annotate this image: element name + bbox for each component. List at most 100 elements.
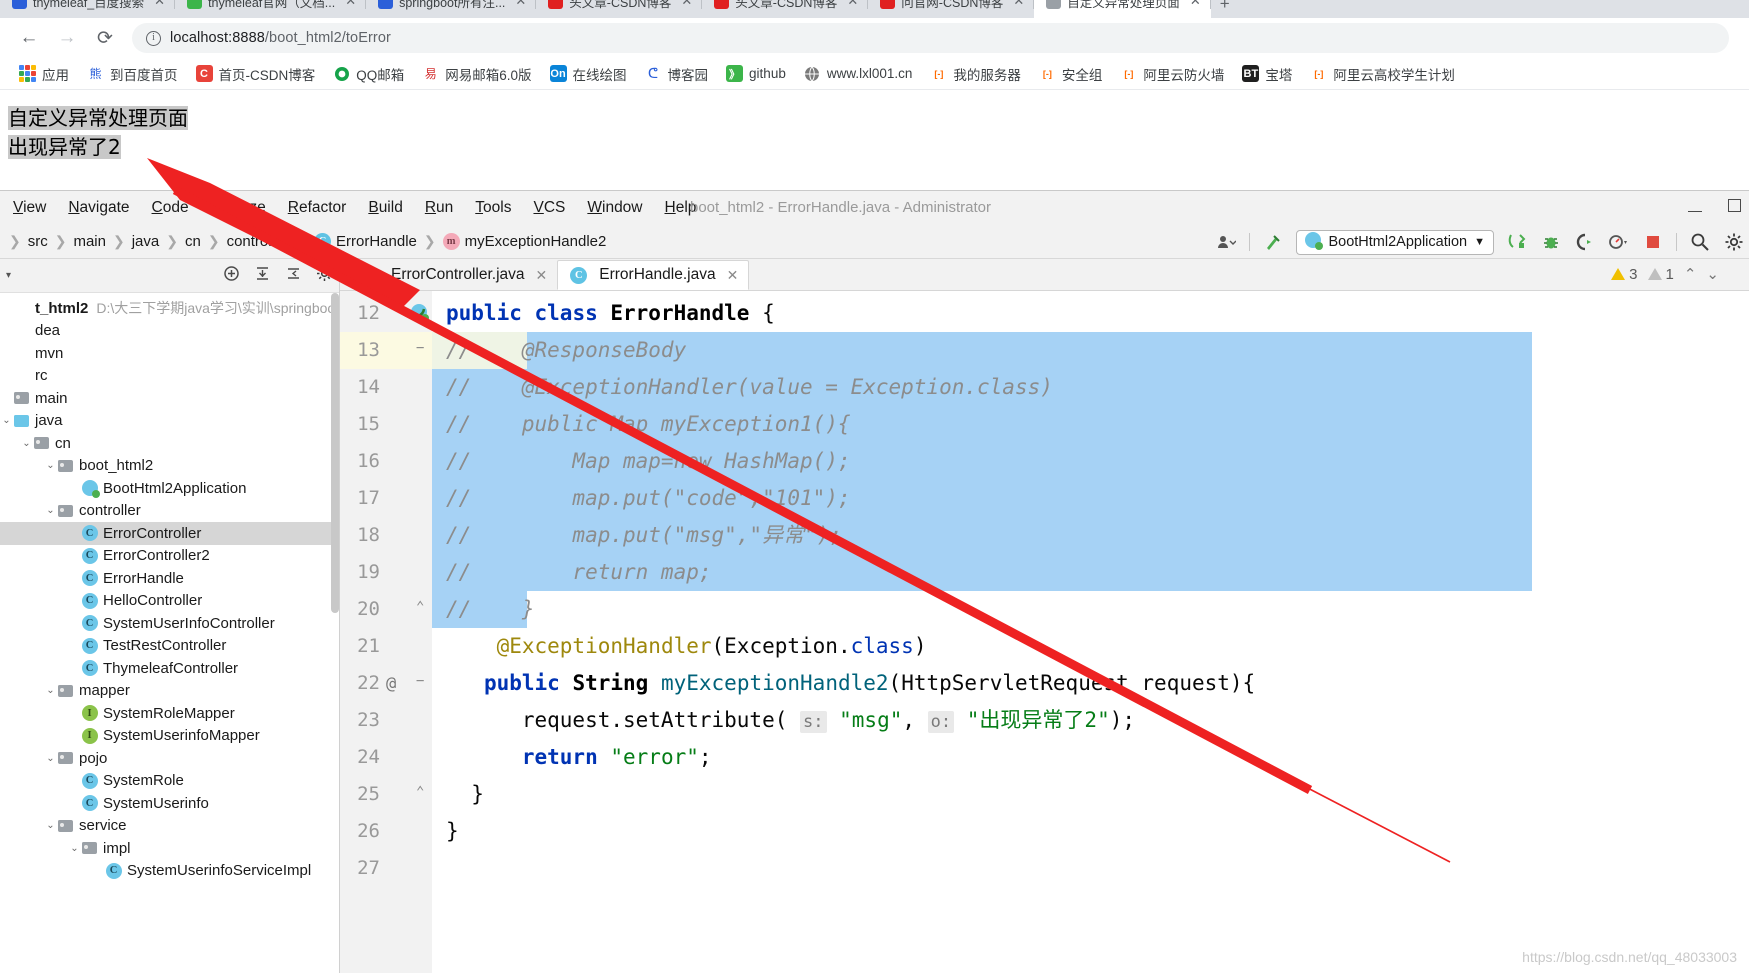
project-tree-item[interactable]: ⌄ pojo — [0, 747, 339, 770]
tab-close-icon[interactable]: ✕ — [847, 0, 858, 9]
chevron-down-icon[interactable]: ⌄ — [68, 843, 81, 854]
browser-tab[interactable]: springboot所有注... ✕ — [366, 0, 537, 18]
menu-item-build[interactable]: Build — [357, 196, 413, 220]
forward-button[interactable]: → — [50, 21, 84, 55]
code-editor[interactable]: 12 13 14 15 16 17 18 19 20 21 22 @23 24 25 26 27 − ⌃ − ⌃ pu… — [340, 291, 1749, 973]
project-tree-item[interactable]: C HelloController — [0, 590, 339, 613]
project-tree-item[interactable]: mvn — [0, 342, 339, 365]
run-icon[interactable] — [1506, 231, 1528, 253]
project-tree-item[interactable]: C ThymeleafController — [0, 657, 339, 680]
chevron-down-icon[interactable]: ⌄ — [44, 460, 57, 471]
project-tree-item[interactable]: C SystemUserInfoController — [0, 612, 339, 635]
browser-tab[interactable]: 自定义异常处理页面 ✕ — [1034, 0, 1211, 18]
maximize-icon[interactable] — [1728, 199, 1741, 217]
chevron-down-icon[interactable]: ⌄ — [20, 438, 33, 449]
menu-item-window[interactable]: Window — [576, 196, 653, 220]
bookmark-item[interactable]: ᕦ 博客园 — [636, 61, 718, 87]
project-tree-item[interactable]: I SystemUserinfoMapper — [0, 725, 339, 748]
breadcrumb-item[interactable]: controller — [227, 233, 289, 250]
chevron-down-icon[interactable]: ▾ — [6, 270, 11, 281]
code-content[interactable]: public class ErrorHandle {// @ResponseBo… — [432, 291, 1749, 973]
project-tree-item[interactable]: rc — [0, 365, 339, 388]
breadcrumb-item[interactable]: java — [132, 233, 160, 250]
code-fold-toggle-icon[interactable]: ⌃ — [416, 784, 424, 800]
project-tree-item[interactable]: C TestRestController — [0, 635, 339, 658]
project-tree-item[interactable]: ⌄ boot_html2 — [0, 455, 339, 478]
site-info-icon[interactable]: i — [146, 30, 161, 46]
tab-close-icon[interactable]: ✕ — [515, 0, 526, 9]
browser-tab[interactable]: 头文章-CSDN博客 ✕ — [702, 0, 869, 18]
menu-item-code[interactable]: Code — [141, 196, 200, 220]
annotation-gutter-marker[interactable]: @ — [386, 674, 396, 694]
bookmark-item[interactable]: 熊到百度首页 — [78, 61, 187, 87]
close-icon[interactable]: ✕ — [727, 267, 739, 284]
chevron-down-icon[interactable]: ▼ — [1474, 236, 1485, 248]
tab-close-icon[interactable]: ✕ — [154, 0, 165, 9]
back-button[interactable]: ← — [12, 21, 46, 55]
debug-icon[interactable] — [1540, 231, 1562, 253]
new-tab-button[interactable]: + — [1211, 0, 1239, 18]
spring-bean-gutter-icon[interactable] — [410, 303, 430, 328]
bookmark-item[interactable]: QQ邮箱 — [324, 61, 413, 87]
project-tree-item[interactable]: C SystemUserinfo — [0, 792, 339, 815]
project-tree-item[interactable]: I SystemRoleMapper — [0, 702, 339, 725]
browser-tab[interactable]: 问官网-CSDN博客 ✕ — [868, 0, 1035, 18]
reload-button[interactable]: ⟳ — [88, 21, 122, 55]
run-configuration-selector[interactable]: BootHtml2Application ▼ — [1296, 229, 1494, 255]
stop-icon[interactable] — [1642, 231, 1664, 253]
bookmark-item[interactable]: [-] 阿里云防火墙 — [1111, 61, 1233, 87]
bookmark-item[interactable]: 应用 — [10, 61, 78, 87]
user-icon[interactable] — [1215, 231, 1237, 253]
tab-close-icon[interactable]: ✕ — [1013, 0, 1024, 9]
project-tree-item[interactable]: C ErrorController2 — [0, 545, 339, 568]
editor-scrollbar[interactable] — [1735, 291, 1749, 973]
editor-tab[interactable]: C ErrorHandle.java ✕ — [557, 260, 750, 290]
menu-item-tools[interactable]: Tools — [464, 196, 522, 220]
bookmark-item[interactable]: On 在线绘图 — [541, 61, 636, 87]
bookmark-item[interactable]: [-] 安全组 — [1030, 61, 1112, 87]
menu-item-run[interactable]: Run — [414, 196, 464, 220]
code-fold-toggle-icon[interactable]: − — [416, 673, 424, 689]
chevron-down-icon[interactable]: ⌄ — [0, 415, 13, 426]
project-settings-gear-icon[interactable] — [316, 265, 333, 287]
chevron-down-icon[interactable]: ⌄ — [44, 505, 57, 516]
breadcrumb-item[interactable]: cn — [185, 233, 201, 250]
code-fold-toggle-icon[interactable]: ⌃ — [416, 599, 424, 615]
project-tree-item[interactable]: ⌄ java — [0, 410, 339, 433]
project-view-selector[interactable]: ▾ — [6, 270, 11, 281]
run-with-coverage-icon[interactable] — [1574, 231, 1596, 253]
search-everywhere-icon[interactable] — [1689, 231, 1711, 253]
chevron-down-icon[interactable]: ⌄ — [44, 820, 57, 831]
inspection-status[interactable]: 3 1 ⌃ ⌄ — [1611, 265, 1719, 283]
bookmark-item[interactable]: 》 github — [717, 62, 795, 85]
project-tree-item[interactable]: ⌄ controller — [0, 500, 339, 523]
project-tree-item[interactable]: ⌄ service — [0, 815, 339, 838]
bookmark-item[interactable]: C 首页-CSDN博客 — [187, 61, 325, 87]
project-tree-item[interactable]: C ErrorHandle — [0, 567, 339, 590]
editor-gutter[interactable]: 12 13 14 15 16 17 18 19 20 21 22 @23 24 25 26 27 − ⌃ − ⌃ — [340, 291, 432, 973]
hammer-build-icon[interactable] — [1262, 231, 1284, 253]
browser-tab[interactable]: thymeleaf官网（文档... ✕ — [175, 0, 367, 18]
browser-tab[interactable]: thymeleaf_百度搜索 ✕ — [0, 0, 176, 18]
project-tree-scrollbar[interactable] — [331, 293, 339, 613]
menu-item-vcs[interactable]: VCS — [522, 196, 576, 220]
menu-item-view[interactable]: View — [2, 196, 57, 220]
project-tree-item[interactable]: BootHtml2Application — [0, 477, 339, 500]
project-tree-item[interactable]: dea — [0, 320, 339, 343]
chevron-down-icon[interactable]: ⌄ — [44, 685, 57, 696]
bookmark-item[interactable]: 易网易邮箱6.0版 — [413, 61, 540, 87]
chevron-down-icon[interactable]: ⌄ — [1706, 265, 1719, 283]
bookmark-item[interactable]: www.lxl001.cn — [795, 62, 922, 85]
breadcrumb-item[interactable]: C ErrorHandle — [314, 233, 417, 250]
minimize-icon[interactable] — [1688, 199, 1702, 217]
menu-item-refactor[interactable]: Refactor — [277, 196, 358, 220]
project-tree-item-selected[interactable]: C ErrorController — [0, 522, 339, 545]
scroll-from-source-icon[interactable] — [285, 265, 302, 287]
expand-collapse-icon[interactable] — [223, 265, 240, 287]
project-tree-item[interactable]: ⌄ mapper — [0, 680, 339, 703]
settings-gear-icon[interactable] — [1723, 231, 1745, 253]
collapse-all-icon[interactable] — [254, 265, 271, 287]
project-tree-item[interactable]: C SystemUserinfoServiceImpl — [0, 860, 339, 883]
breadcrumb-item[interactable]: m myExceptionHandle2 — [442, 233, 606, 250]
editor-tab[interactable]: C ErrorController.java ✕ — [350, 260, 558, 290]
